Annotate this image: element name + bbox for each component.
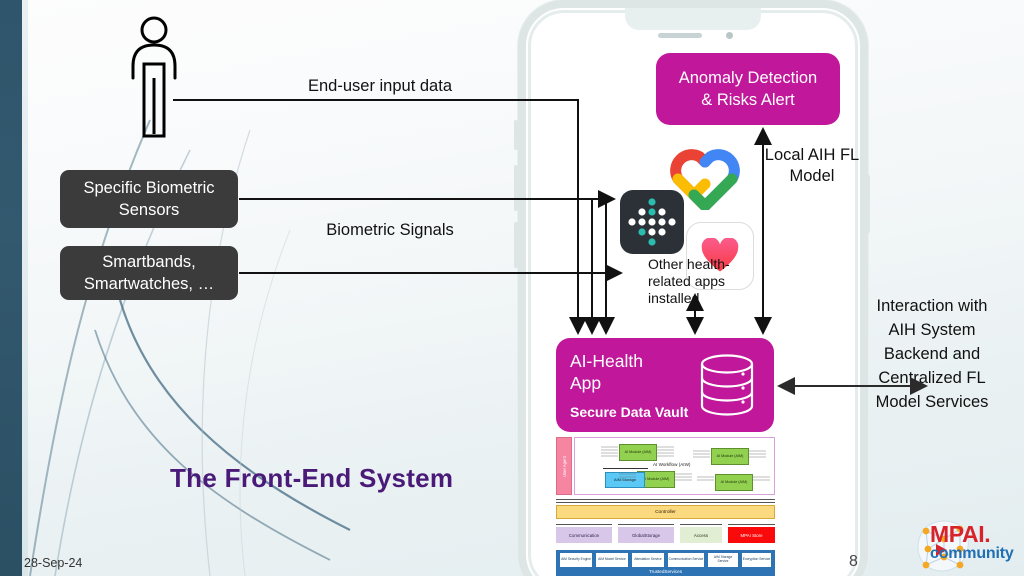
arch-trusted-cell: AIM Storage Service	[707, 552, 739, 568]
arch-trusted-label: AIM Storage Service	[713, 555, 733, 563]
phone-volume-up-button[interactable]	[514, 165, 518, 211]
arch-service-communication: Communication	[556, 527, 612, 543]
person-icon	[131, 16, 177, 138]
phone-speaker-icon	[658, 33, 702, 38]
arch-trusted-services: AIM Security Engine AIM Model Service At…	[556, 550, 775, 576]
arch-svc-tick	[728, 524, 775, 526]
arch-connector-lines	[601, 446, 770, 481]
phone-notch	[625, 8, 761, 30]
arch-svc-tick	[618, 524, 674, 526]
arch-trusted-label: Attestation Service	[634, 557, 662, 562]
label-local-aih-fl-model: Local AIH FL Model	[764, 146, 860, 186]
arch-user-agent-label: User Agent	[561, 455, 567, 477]
arch-service-label: Communication	[568, 532, 600, 538]
left-sidebar-accent	[22, 0, 28, 576]
arch-svc-tick	[556, 524, 612, 526]
arch-service-mpai-store: MPAI Store	[728, 527, 775, 543]
arch-service-label: MPAI Store	[740, 532, 763, 538]
brand-name: MPAI.	[930, 521, 991, 547]
arch-controller: Controller	[556, 505, 775, 519]
arch-trusted-cell: Attestation Service	[631, 552, 665, 568]
footer-page-number: 8	[849, 553, 858, 570]
arch-services-row: Communication GlobalStorage Access MPAI …	[556, 524, 775, 543]
phone-silent-switch[interactable]	[514, 120, 518, 150]
arch-trusted-cell: Communication Service	[667, 552, 705, 568]
arch-service-globalstorage: GlobalStorage	[618, 527, 674, 543]
arch-controller-label: Controller	[655, 509, 676, 515]
arch-trusted-label: Communication Service	[668, 557, 704, 562]
box-anomaly-detection[interactable]: Anomaly Detection & Risks Alert	[656, 53, 840, 125]
box-label: Specific Biometric Sensors	[83, 178, 215, 219]
mpai-architecture-thumbnail: User Agent AI Module (AIM) AI Module (AI…	[556, 437, 775, 576]
footer-date: 28-Sep-24	[24, 556, 83, 570]
page-title: The Front-End System	[170, 463, 454, 493]
arch-trusted-cell: AIM Security Engine	[559, 552, 593, 568]
phone-camera-icon	[726, 32, 733, 39]
arch-trusted-label: AIM Security Engine	[561, 557, 591, 562]
arch-service-label: GlobalStorage	[631, 532, 661, 538]
arch-trusted-cell: AIM Model Service	[595, 552, 629, 568]
label-biometric-signals: Biometric Signals	[326, 221, 454, 239]
left-sidebar-band	[0, 0, 22, 576]
label-backend-interaction: Interaction with AIH System Backend and …	[875, 297, 989, 411]
arch-svc-tick	[680, 524, 722, 526]
arch-trusted-label: AIM Model Service	[598, 557, 626, 562]
arch-trusted-label: Encryption Service	[742, 557, 771, 562]
arch-service-label: Access	[693, 532, 709, 538]
label-end-user-input-data: End-user input data	[307, 77, 452, 95]
box-specific-biometric-sensors[interactable]: Specific Biometric Sensors	[60, 170, 238, 228]
arch-service-access: Access	[680, 527, 722, 543]
box-label: Smartbands, Smartwatches, …	[83, 252, 215, 293]
anomaly-line-2: & Risks Alert	[701, 91, 795, 109]
box-ai-health-app[interactable]: AI-Health App Secure Data Vault	[556, 338, 774, 432]
phone-volume-down-button[interactable]	[514, 222, 518, 268]
fitbit-diamond-icon	[620, 190, 684, 254]
arch-trusted-cell: Encryption Service	[741, 552, 772, 568]
arch-bus-line-top	[556, 499, 775, 501]
slide-canvas: Specific Biometric Sensors Smartbands, S…	[0, 0, 1024, 576]
anomaly-line-1: Anomaly Detection	[678, 68, 818, 87]
arch-user-agent: User Agent	[556, 437, 572, 495]
database-cylinder-icon	[700, 354, 754, 416]
box-smartbands-smartwatches[interactable]: Smartbands, Smartwatches, …	[60, 246, 238, 300]
brand-tagline: community	[930, 545, 1014, 562]
label-other-health-apps: Other health-related apps installed	[648, 256, 730, 307]
arch-bus-line-bottom	[556, 502, 775, 504]
arch-ai-workflow-container: AI Module (AIM) AI Module (AIM) AI Modul…	[574, 437, 775, 495]
arch-trusted-services-label: TrustedServices	[648, 569, 683, 574]
